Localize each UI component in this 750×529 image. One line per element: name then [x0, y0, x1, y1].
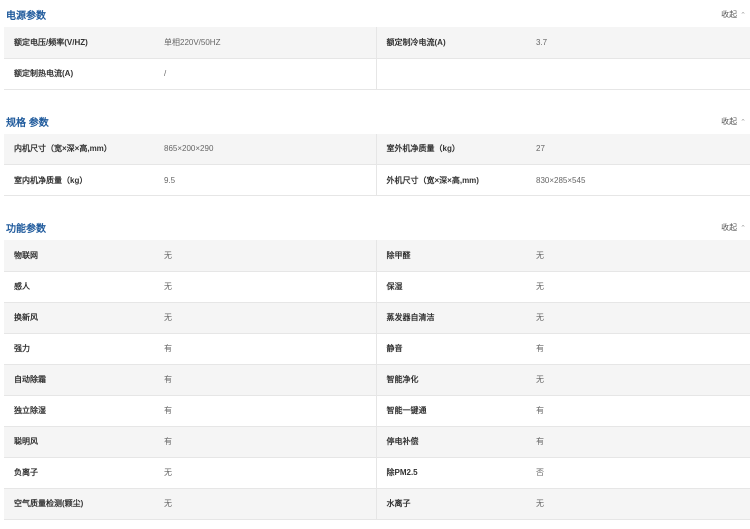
param-name: 内机尺寸（宽×深×高,mm） — [4, 133, 154, 165]
section-title: 规格 参数 — [6, 117, 49, 129]
table-row: 额定制热电流(A) / — [4, 58, 750, 90]
param-value: 无 — [526, 302, 750, 334]
param-value: 无 — [154, 488, 376, 520]
param-name: 物联网 — [4, 240, 154, 272]
section-power: 电源参数 收起 ⌃ 额定电压/频率(V/HZ) 单相220V/50HZ 额定制冷电… — [0, 0, 750, 90]
param-name: 保湿 — [375, 271, 526, 303]
param-name: 额定制冷电流(A) — [375, 27, 526, 59]
param-name: 换新风 — [4, 302, 154, 334]
param-value: 有 — [154, 364, 376, 396]
table-row: 内机尺寸（宽×深×高,mm） 865×200×290 室外机净质量（kg） 27 — [4, 133, 750, 165]
table-row: 额定电压/频率(V/HZ) 单相220V/50HZ 额定制冷电流(A) 3.7 — [4, 27, 750, 59]
param-value: 865×200×290 — [154, 133, 376, 165]
section-spec: 规格 参数 收起 ⌃ 内机尺寸（宽×深×高,mm） 865×200×290 室外机… — [0, 90, 750, 196]
param-name: 额定制热电流(A) — [4, 58, 154, 90]
chevron-up-icon: ⌃ — [740, 225, 746, 232]
param-value: 无 — [526, 240, 750, 272]
spec-page: 电源参数 收起 ⌃ 额定电压/频率(V/HZ) 单相220V/50HZ 额定制冷电… — [0, 0, 750, 520]
table-row: 自动除霜 有 智能净化 无 — [4, 364, 750, 396]
param-value: 27 — [526, 133, 750, 165]
param-value: 有 — [526, 333, 750, 365]
section-header: 功能参数 收起 ⌃ — [0, 196, 750, 240]
param-name: 强力 — [4, 333, 154, 365]
param-value: 有 — [154, 395, 376, 427]
param-name: 空气质量检测(颗尘) — [4, 488, 154, 520]
param-name: 外机尺寸（宽×深×高,mm) — [375, 164, 526, 196]
param-name: 感人 — [4, 271, 154, 303]
param-value: 无 — [526, 271, 750, 303]
param-name: 除PM2.5 — [375, 457, 526, 489]
param-value: 否 — [526, 457, 750, 489]
param-value: 无 — [154, 271, 376, 303]
table-row: 强力 有 静音 有 — [4, 333, 750, 365]
section-function: 功能参数 收起 ⌃ 物联网 无 除甲醛 无 感人 无 保湿 无 换新风 无 蒸发器… — [0, 196, 750, 520]
chevron-up-icon: ⌃ — [740, 12, 746, 19]
table-row: 空气质量检测(颗尘) 无 水离子 无 — [4, 488, 750, 520]
param-name: 负离子 — [4, 457, 154, 489]
param-value: 无 — [154, 240, 376, 272]
param-table: 额定电压/频率(V/HZ) 单相220V/50HZ 额定制冷电流(A) 3.7 … — [4, 27, 750, 90]
param-name: 室内机净质量（kg） — [4, 164, 154, 196]
param-value — [526, 58, 750, 90]
param-value: 有 — [154, 333, 376, 365]
section-header: 电源参数 收起 ⌃ — [0, 0, 750, 27]
param-name: 聪明风 — [4, 426, 154, 458]
section-header: 规格 参数 收起 ⌃ — [0, 90, 750, 134]
param-table: 物联网 无 除甲醛 无 感人 无 保湿 无 换新风 无 蒸发器自清洁 无 强力 … — [4, 240, 750, 520]
param-value: 无 — [154, 457, 376, 489]
param-value: 单相220V/50HZ — [154, 27, 376, 59]
param-value: 无 — [154, 302, 376, 334]
param-name — [375, 58, 526, 90]
collapse-label: 收起 — [721, 116, 738, 126]
collapse-label: 收起 — [721, 223, 738, 232]
param-name: 停电补偿 — [375, 426, 526, 458]
param-value: 有 — [526, 426, 750, 458]
table-row: 负离子 无 除PM2.5 否 — [4, 457, 750, 489]
param-value: / — [154, 58, 376, 90]
collapse-button[interactable]: 收起 ⌃ — [721, 9, 746, 20]
table-row: 独立除湿 有 智能一键通 有 — [4, 395, 750, 427]
table-row: 换新风 无 蒸发器自清洁 无 — [4, 302, 750, 334]
param-name: 独立除湿 — [4, 395, 154, 427]
param-name: 除甲醛 — [375, 240, 526, 272]
table-row: 室内机净质量（kg） 9.5 外机尺寸（宽×深×高,mm) 830×285×54… — [4, 164, 750, 196]
param-name: 水离子 — [375, 488, 526, 520]
param-value: 有 — [154, 426, 376, 458]
param-value: 有 — [526, 395, 750, 427]
param-name: 自动除霜 — [4, 364, 154, 396]
param-value: 830×285×545 — [526, 164, 750, 196]
table-row: 物联网 无 除甲醛 无 — [4, 240, 750, 272]
collapse-button[interactable]: 收起 ⌃ — [721, 116, 746, 127]
collapse-label: 收起 — [721, 10, 738, 19]
param-name: 静音 — [375, 333, 526, 365]
param-value: 3.7 — [526, 27, 750, 59]
param-value: 9.5 — [154, 164, 376, 196]
section-title: 电源参数 — [6, 11, 46, 22]
param-value: 无 — [526, 488, 750, 520]
param-table: 内机尺寸（宽×深×高,mm） 865×200×290 室外机净质量（kg） 27… — [4, 133, 750, 196]
param-name: 智能净化 — [375, 364, 526, 396]
section-title: 功能参数 — [6, 224, 46, 235]
collapse-button[interactable]: 收起 ⌃ — [721, 222, 746, 233]
table-row: 聪明风 有 停电补偿 有 — [4, 426, 750, 458]
param-value: 无 — [526, 364, 750, 396]
table-row: 感人 无 保湿 无 — [4, 271, 750, 303]
param-name: 蒸发器自清洁 — [375, 302, 526, 334]
param-name: 额定电压/频率(V/HZ) — [4, 27, 154, 59]
chevron-up-icon: ⌃ — [740, 118, 746, 126]
param-name: 智能一键通 — [375, 395, 526, 427]
param-name: 室外机净质量（kg） — [375, 133, 526, 165]
